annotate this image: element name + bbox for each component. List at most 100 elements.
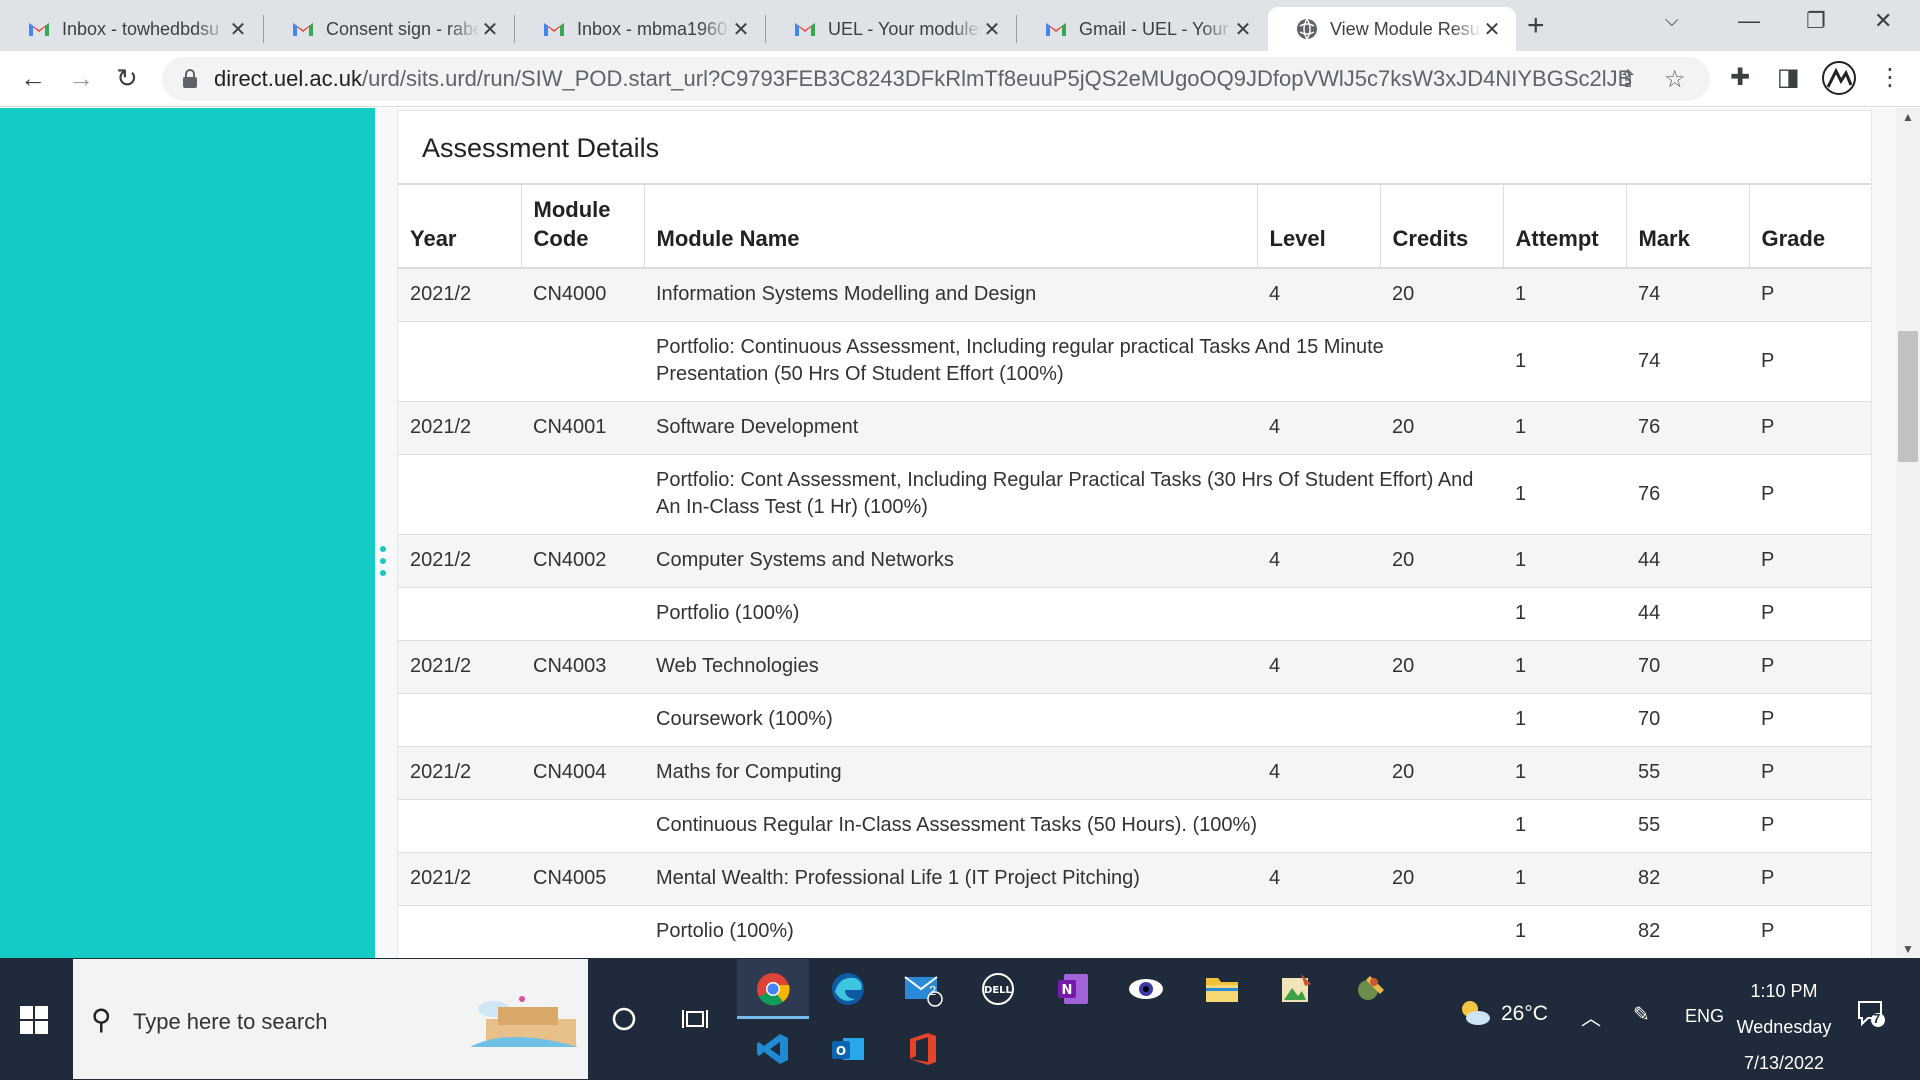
show-hidden-icons-icon[interactable]: ︿ xyxy=(1581,1002,1601,1031)
empty-cell xyxy=(398,692,521,746)
restore-icon[interactable]: ❐ xyxy=(1806,8,1826,34)
tab-title: View Module Resul xyxy=(1330,18,1482,39)
grade-cell: P xyxy=(1749,586,1871,640)
browser-tab-active[interactable]: View Module Resul ✕ xyxy=(1268,7,1516,51)
windows-taskbar: ⚲ Type here to search 2 DELL N O 26°C ︿ … xyxy=(0,958,1920,1080)
url-text[interactable]: direct.uel.ac.uk/urd/sits.urd/run/SIW_PO… xyxy=(214,66,1634,92)
browser-tab[interactable]: Inbox - towhedbdsu ✕ xyxy=(0,7,262,51)
mark-cell: 70 xyxy=(1626,639,1749,693)
col-mark[interactable]: Mark xyxy=(1625,183,1749,269)
module-code-cell: CN4004 xyxy=(521,745,644,799)
image-editor-icon[interactable] xyxy=(1268,961,1324,1017)
attempt-cell: 1 xyxy=(1503,745,1626,799)
browser-tab[interactable]: Inbox - mbma1960 ✕ xyxy=(515,7,765,51)
weather-temp[interactable]: 26°C xyxy=(1501,1002,1548,1026)
attempt-cell: 1 xyxy=(1503,639,1626,693)
clock-time: 1:10 PM xyxy=(1750,981,1818,1001)
eye-app-icon[interactable] xyxy=(1118,961,1174,1017)
grade-cell: P xyxy=(1749,639,1871,693)
close-window-icon[interactable]: ✕ xyxy=(1874,8,1892,34)
empty-cell xyxy=(398,453,521,534)
dell-icon[interactable]: DELL xyxy=(970,961,1026,1017)
tool-app-icon[interactable] xyxy=(1343,961,1399,1017)
component-row: Portfolio (100%) 1 44 P xyxy=(398,586,1871,640)
scroll-up-icon[interactable]: ▲ xyxy=(1902,110,1914,124)
col-grade[interactable]: Grade xyxy=(1748,183,1871,269)
close-icon[interactable]: ✕ xyxy=(1233,17,1253,42)
cortana-icon[interactable] xyxy=(596,991,652,1047)
grade-cell: P xyxy=(1749,692,1871,746)
browser-tab[interactable]: UEL - Your modules ✕ xyxy=(766,7,1016,51)
component-row: Continuous Regular In-Class Assessment T… xyxy=(398,798,1871,852)
assessment-details-card: Assessment Details Year Module Code Modu… xyxy=(397,110,1872,958)
task-view-icon[interactable] xyxy=(668,991,724,1047)
file-explorer-icon[interactable] xyxy=(1194,961,1250,1017)
mark-cell: 74 xyxy=(1626,320,1749,401)
taskbar-clock[interactable]: 1:10 PM Wednesday 7/13/2022 xyxy=(1730,973,1838,1081)
empty-cell xyxy=(398,586,521,640)
page-scrollbar[interactable]: ▲ ▼ xyxy=(1896,108,1920,958)
module-name-cell: Maths for Computing xyxy=(644,745,1257,799)
avatar[interactable] xyxy=(1822,61,1856,95)
reload-icon[interactable]: ↻ xyxy=(116,63,138,94)
scrollbar-thumb[interactable] xyxy=(1898,331,1918,462)
windows-start-icon[interactable] xyxy=(20,1006,48,1034)
gmail-icon xyxy=(544,23,564,36)
extensions-icon[interactable]: ✚ xyxy=(1730,63,1750,92)
vscode-icon[interactable] xyxy=(745,1021,801,1077)
table-header-row: Year Module Code Module Name Level Credi… xyxy=(398,183,1871,269)
module-code-cell: CN4003 xyxy=(521,639,644,693)
back-icon[interactable]: ← xyxy=(20,63,46,94)
side-panel-icon[interactable]: ◨ xyxy=(1777,63,1800,92)
module-name-cell: Computer Systems and Networks xyxy=(644,533,1257,587)
grade-cell: P xyxy=(1749,400,1871,454)
component-name-cell: Portfolio (100%) xyxy=(644,586,1503,640)
weather-icon[interactable] xyxy=(1456,998,1492,1031)
pen-icon[interactable]: ✎ xyxy=(1633,1002,1650,1027)
lock-icon xyxy=(183,69,197,88)
mail-icon[interactable]: 2 xyxy=(895,961,951,1017)
star-icon[interactable]: ☆ xyxy=(1664,65,1686,94)
col-level[interactable]: Level xyxy=(1256,183,1380,269)
col-attempt[interactable]: Attempt xyxy=(1502,183,1626,269)
col-module-code[interactable]: Module Code xyxy=(520,183,644,269)
module-row: 2021/2 CN4003 Web Technologies 4 20 1 70… xyxy=(398,639,1871,693)
mark-cell: 55 xyxy=(1626,798,1749,852)
level-cell: 4 xyxy=(1257,533,1380,587)
close-icon[interactable]: ✕ xyxy=(228,17,248,42)
close-icon[interactable]: ✕ xyxy=(480,17,500,42)
browser-tab[interactable]: Gmail - UEL - Your ✕ xyxy=(1017,7,1267,51)
share-icon[interactable]: ⇪ xyxy=(1618,65,1638,94)
minimize-icon[interactable]: — xyxy=(1738,8,1760,34)
sidebar-toggle-handle[interactable] xyxy=(380,546,386,576)
menu-icon[interactable]: ⋮ xyxy=(1878,63,1902,92)
module-code-cell: CN4005 xyxy=(521,851,644,905)
close-icon[interactable]: ✕ xyxy=(1482,17,1502,42)
col-module-name[interactable]: Module Name xyxy=(643,183,1257,269)
component-name-cell: Continuous Regular In-Class Assessment T… xyxy=(644,798,1503,852)
edge-icon[interactable] xyxy=(820,961,876,1017)
close-icon[interactable]: ✕ xyxy=(982,17,1002,42)
empty-cell xyxy=(521,904,644,958)
address-bar[interactable]: direct.uel.ac.uk/urd/sits.urd/run/SIW_PO… xyxy=(162,57,1710,101)
grade-cell: P xyxy=(1749,798,1871,852)
grade-cell: P xyxy=(1749,745,1871,799)
close-icon[interactable]: ✕ xyxy=(731,17,751,42)
new-tab-button[interactable]: + xyxy=(1527,9,1545,43)
level-cell: 4 xyxy=(1257,267,1380,321)
scroll-down-icon[interactable]: ▼ xyxy=(1902,942,1914,956)
forward-icon[interactable]: → xyxy=(68,63,94,94)
col-credits[interactable]: Credits xyxy=(1379,183,1503,269)
browser-tab[interactable]: Consent sign - rabe ✕ xyxy=(264,7,514,51)
col-year[interactable]: Year xyxy=(398,183,521,269)
notification-icon[interactable]: 7 xyxy=(1856,998,1886,1033)
credits-cell: 20 xyxy=(1380,533,1503,587)
tab-search-icon[interactable]: ⌵ xyxy=(1665,10,1679,31)
onenote-icon[interactable]: N xyxy=(1045,961,1101,1017)
outlook-icon[interactable]: O xyxy=(820,1021,876,1077)
language-indicator[interactable]: ENG xyxy=(1685,1006,1724,1027)
year-cell: 2021/2 xyxy=(398,851,521,905)
taskbar-search-box[interactable]: ⚲ Type here to search xyxy=(73,959,588,1079)
office-icon[interactable] xyxy=(895,1021,951,1077)
chrome-icon[interactable] xyxy=(745,961,801,1017)
